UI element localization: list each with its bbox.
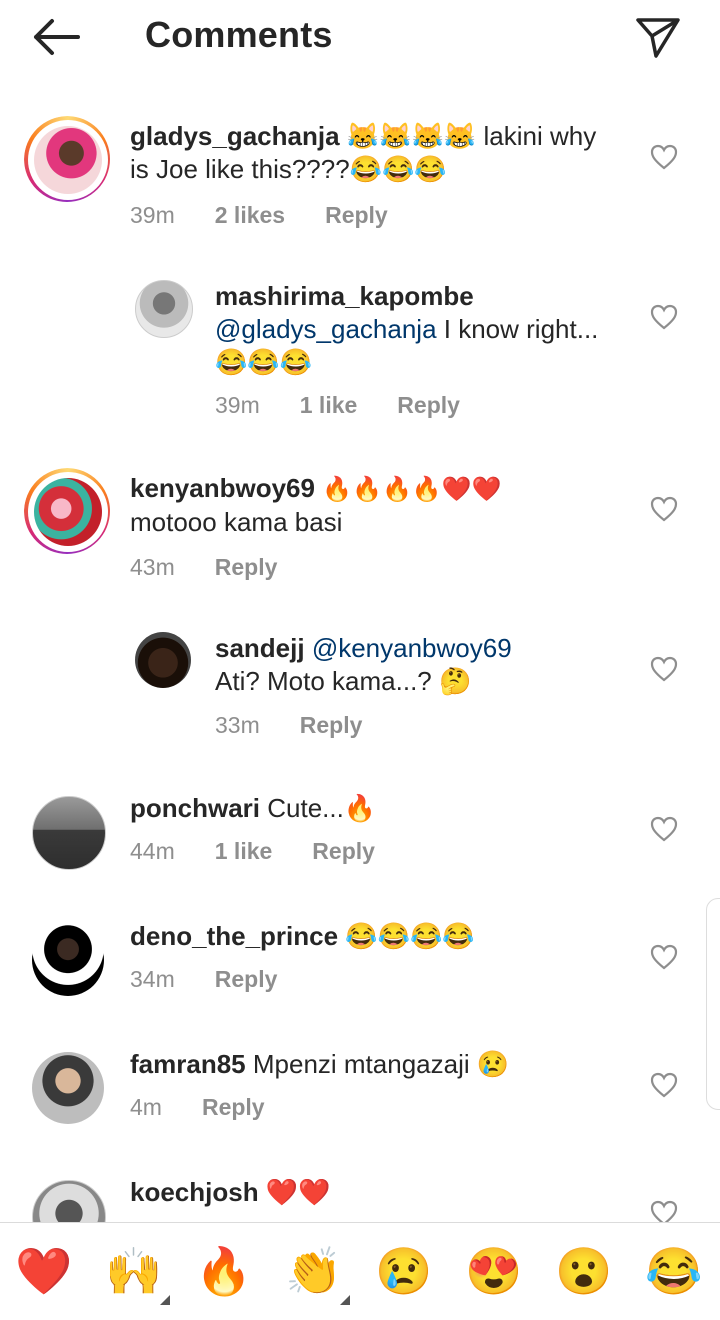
scrollbar-thumb[interactable] [706, 898, 720, 1110]
comment-item: kenyanbwoy69 🔥🔥🔥🔥❤️❤️ motooo kama basi 4… [0, 464, 720, 604]
comments-list[interactable]: gladys_gachanja 😹😹😹😹 lakini why is Joe l… [0, 76, 720, 1222]
variant-indicator-icon [340, 1295, 350, 1305]
avatar[interactable] [32, 1180, 106, 1222]
comment-text: gladys_gachanja 😹😹😹😹 lakini why is Joe l… [130, 121, 597, 184]
comment-meta: 33m Reply [215, 712, 402, 739]
reaction-crying-button[interactable]: 😢 [374, 1243, 434, 1299]
timestamp: 39m [130, 202, 175, 228]
username[interactable]: kenyanbwoy69 [130, 473, 315, 503]
comment-reply-item: mashirima_kapombe @gladys_gachanja I kno… [0, 276, 720, 436]
send-icon [636, 18, 680, 58]
header: Comments [0, 0, 720, 76]
comment-item: deno_the_prince 😂😂😂😂 34m Reply [0, 918, 720, 1028]
avatar[interactable] [32, 924, 104, 996]
back-arrow-icon [34, 19, 80, 55]
comment-text: sandejj @kenyanbwoy69 Ati? Moto kama...?… [215, 633, 512, 696]
avatar[interactable] [32, 796, 106, 870]
likes-count[interactable]: 1 like [300, 392, 358, 419]
username[interactable]: koechjosh [130, 1177, 259, 1207]
heart-outline-icon[interactable] [650, 1072, 678, 1098]
reply-button[interactable]: Reply [215, 554, 278, 581]
comment-meta: 4m Reply [130, 1094, 305, 1121]
comment-item: ponchwari Cute...🔥 44m 1 like Reply [0, 790, 720, 900]
reaction-heart-button[interactable]: ❤️ [14, 1243, 74, 1299]
variant-indicator-icon [160, 1295, 170, 1305]
mention-link[interactable]: @kenyanbwoy69 [312, 633, 512, 663]
comment-meta: 43m Reply [130, 554, 317, 581]
reply-button[interactable]: Reply [300, 712, 363, 739]
comment-item: famran85 Mpenzi mtangazaji 😢 4m Reply [0, 1046, 720, 1156]
timestamp: 33m [215, 712, 260, 738]
heart-outline-icon[interactable] [650, 304, 678, 330]
avatar[interactable] [24, 468, 110, 554]
comment-text: mashirima_kapombe @gladys_gachanja I kno… [215, 281, 599, 377]
comment-meta: 44m 1 like Reply [130, 838, 415, 865]
reply-button[interactable]: Reply [397, 392, 460, 419]
username[interactable]: ponchwari [130, 793, 260, 823]
avatar[interactable] [32, 1052, 104, 1124]
username[interactable]: sandejj [215, 633, 305, 663]
comment-meta: 39m 2 likes Reply [130, 202, 428, 229]
avatar-image [34, 126, 102, 194]
comment-meta: 34m Reply [130, 966, 317, 993]
heart-outline-icon[interactable] [650, 144, 678, 170]
heart-outline-icon[interactable] [650, 1200, 678, 1222]
timestamp: 39m [215, 392, 260, 418]
comment-text: famran85 Mpenzi mtangazaji 😢 [130, 1049, 510, 1079]
timestamp: 44m [130, 838, 175, 864]
reaction-clap-button[interactable]: 👏 [284, 1243, 344, 1299]
reply-button[interactable]: Reply [202, 1094, 265, 1121]
comment-meta: 39m 1 like Reply [215, 392, 500, 419]
reaction-fire-button[interactable]: 🔥 [194, 1243, 254, 1299]
reaction-heart-eyes-button[interactable]: 😍 [464, 1243, 524, 1299]
comment-item: gladys_gachanja 😹😹😹😹 lakini why is Joe l… [0, 112, 720, 272]
heart-outline-icon[interactable] [650, 816, 678, 842]
reply-button[interactable]: Reply [312, 838, 375, 865]
comment-item: koechjosh ❤️❤️ [0, 1174, 720, 1222]
reply-button[interactable]: Reply [215, 966, 278, 993]
timestamp: 43m [130, 554, 175, 580]
comment-reply-item: sandejj @kenyanbwoy69 Ati? Moto kama...?… [0, 630, 720, 760]
username[interactable]: famran85 [130, 1049, 246, 1079]
back-button[interactable] [28, 14, 84, 60]
heart-outline-icon[interactable] [650, 944, 678, 970]
share-button[interactable] [632, 12, 682, 62]
comment-text: kenyanbwoy69 🔥🔥🔥🔥❤️❤️ motooo kama basi [130, 473, 502, 537]
avatar-image [34, 478, 102, 546]
reply-button[interactable]: Reply [325, 202, 388, 229]
heart-outline-icon[interactable] [650, 656, 678, 682]
page-title: Comments [145, 14, 333, 55]
mention-link[interactable]: @gladys_gachanja [215, 314, 437, 344]
quick-reactions-bar: ❤️ 🙌 🔥 👏 😢 😍 😮 😂 [0, 1222, 720, 1320]
comment-text: ponchwari Cute...🔥 [130, 793, 377, 823]
username[interactable]: gladys_gachanja [130, 121, 340, 151]
username[interactable]: mashirima_kapombe [215, 281, 474, 311]
heart-outline-icon[interactable] [650, 496, 678, 522]
reaction-surprised-button[interactable]: 😮 [554, 1243, 614, 1299]
avatar[interactable] [135, 280, 193, 338]
timestamp: 4m [130, 1094, 162, 1120]
timestamp: 34m [130, 966, 175, 992]
avatar[interactable] [135, 632, 191, 688]
username[interactable]: deno_the_prince [130, 921, 338, 951]
reaction-laughing-button[interactable]: 😂 [644, 1243, 704, 1299]
reaction-raised-hands-button[interactable]: 🙌 [104, 1243, 164, 1299]
comment-text: deno_the_prince 😂😂😂😂 [130, 921, 475, 951]
comment-text: koechjosh ❤️❤️ [130, 1177, 331, 1207]
likes-count[interactable]: 2 likes [215, 202, 285, 229]
likes-count[interactable]: 1 like [215, 838, 273, 865]
avatar[interactable] [24, 116, 110, 202]
